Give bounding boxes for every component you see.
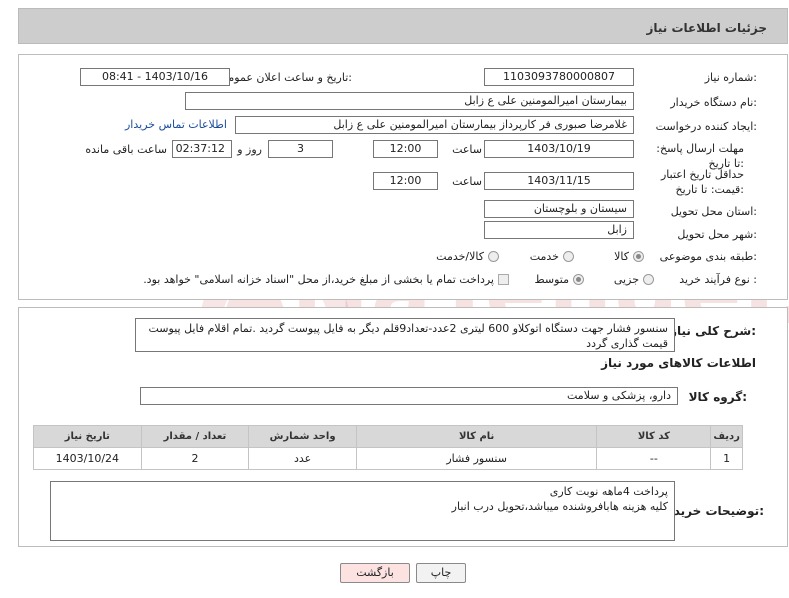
- back-button[interactable]: بازگشت: [340, 563, 410, 583]
- page-header: جزئیات اطلاعات نیاز: [18, 8, 788, 44]
- radio-selected-icon: [573, 274, 584, 285]
- deadline-date-field: 1403/10/19: [484, 140, 634, 158]
- description-label: شرح کلی نیاز:: [670, 324, 756, 338]
- days-field: 3: [268, 140, 333, 158]
- col-row: ردیف: [710, 425, 743, 448]
- print-button[interactable]: چاپ: [416, 563, 466, 583]
- table-header-row: ردیف کد کالا نام کالا واحد شمارش تعداد /…: [33, 425, 743, 448]
- description-textarea[interactable]: سنسور فشار جهت دستگاه اتوکلاو 600 لیتری …: [135, 318, 675, 352]
- remaining-time-field: 02:37:12: [172, 140, 232, 158]
- category-label: طبقه بندی موضوعی:: [659, 250, 757, 263]
- goods-group-field: دارو، پزشکی و سلامت: [140, 387, 678, 405]
- radio-selected-icon: [633, 251, 644, 262]
- buyer-org-field: بیمارستان امیرالمومنین علی ع زابل: [185, 92, 634, 110]
- announce-label: تاریخ و ساعت اعلان عمومی:: [219, 71, 352, 84]
- radio-icon: [563, 251, 574, 262]
- cell-need-date: 1403/10/24: [33, 447, 142, 470]
- col-need-date: تاریخ نیاز: [33, 425, 142, 448]
- cell-code: --: [596, 447, 712, 470]
- deadline-time-field: 12:00: [373, 140, 438, 158]
- province-field: سیستان و بلوچستان: [484, 200, 634, 218]
- price-validity-time-label: ساعت: [452, 175, 482, 188]
- price-validity-label: حداقل تاریخ اعتبار قیمت: تا تاریخ:: [660, 168, 744, 196]
- goods-table: ردیف کد کالا نام کالا واحد شمارش تعداد /…: [33, 425, 743, 470]
- payment-treasury-checkbox[interactable]: پرداخت تمام یا بخشی از مبلغ خرید،از محل …: [143, 273, 509, 286]
- goods-section-title: اطلاعات کالاهای مورد نیاز: [601, 356, 756, 370]
- cell-quantity: 2: [140, 447, 250, 470]
- remaining-label: ساعت باقی مانده: [85, 143, 167, 156]
- radio-icon: [643, 274, 654, 285]
- radio-icon: [488, 251, 499, 262]
- category-option-goods-service[interactable]: کالا/خدمت: [436, 250, 499, 263]
- col-name: نام کالا: [355, 425, 598, 448]
- buyer-notes-label: توضیحات خریدار:: [662, 504, 764, 518]
- buyer-contact-link[interactable]: اطلاعات تماس خریدار: [125, 118, 227, 131]
- price-validity-time-field: 12:00: [373, 172, 438, 190]
- category-option-service[interactable]: خدمت: [530, 250, 574, 263]
- buyer-notes-textarea[interactable]: پرداخت 4ماهه نوبت کاری کلیه هزینه هابافر…: [50, 481, 675, 541]
- price-validity-date-field: 1403/11/15: [484, 172, 634, 190]
- page-title: جزئیات اطلاعات نیاز: [646, 21, 767, 35]
- process-option-medium[interactable]: متوسط: [534, 273, 584, 286]
- process-option-minor[interactable]: جزیی: [614, 273, 654, 286]
- buyer-notes-line1: پرداخت 4ماهه نوبت کاری: [549, 485, 668, 498]
- category-option-goods[interactable]: کالا: [614, 250, 644, 263]
- checkbox-icon: [498, 274, 509, 285]
- col-unit: واحد شمارش: [248, 425, 357, 448]
- creator-field: غلامرضا صبوری فر کارپرداز بیمارستان امیر…: [235, 116, 634, 134]
- city-label: شهر محل تحویل:: [677, 228, 757, 241]
- days-label: روز و: [237, 143, 262, 156]
- announce-datetime-field: 1403/10/16 - 08:41: [80, 68, 230, 86]
- cell-name: سنسور فشار: [355, 447, 598, 470]
- city-field: زابل: [484, 221, 634, 239]
- need-number-field: 1103093780000807: [484, 68, 634, 86]
- col-quantity: تعداد / مقدار: [140, 425, 250, 448]
- buyer-notes-line2: کلیه هزینه هابافروشنده میباشد،تحویل درب …: [451, 500, 668, 513]
- cell-row: 1: [710, 447, 743, 470]
- process-label: نوع فرآیند خرید :: [679, 273, 757, 286]
- cell-unit: عدد: [248, 447, 357, 470]
- deadline-time-label: ساعت: [452, 143, 482, 156]
- creator-label: ایجاد کننده درخواست:: [655, 120, 757, 133]
- goods-group-label: گروه کالا:: [688, 390, 747, 404]
- table-row: 1 -- سنسور فشار عدد 2 1403/10/24: [33, 447, 743, 470]
- need-number-label: شماره نیاز:: [704, 71, 757, 84]
- buyer-org-label: نام دستگاه خریدار:: [670, 96, 757, 109]
- col-code: کد کالا: [596, 425, 712, 448]
- province-label: استان محل تحویل:: [670, 205, 757, 218]
